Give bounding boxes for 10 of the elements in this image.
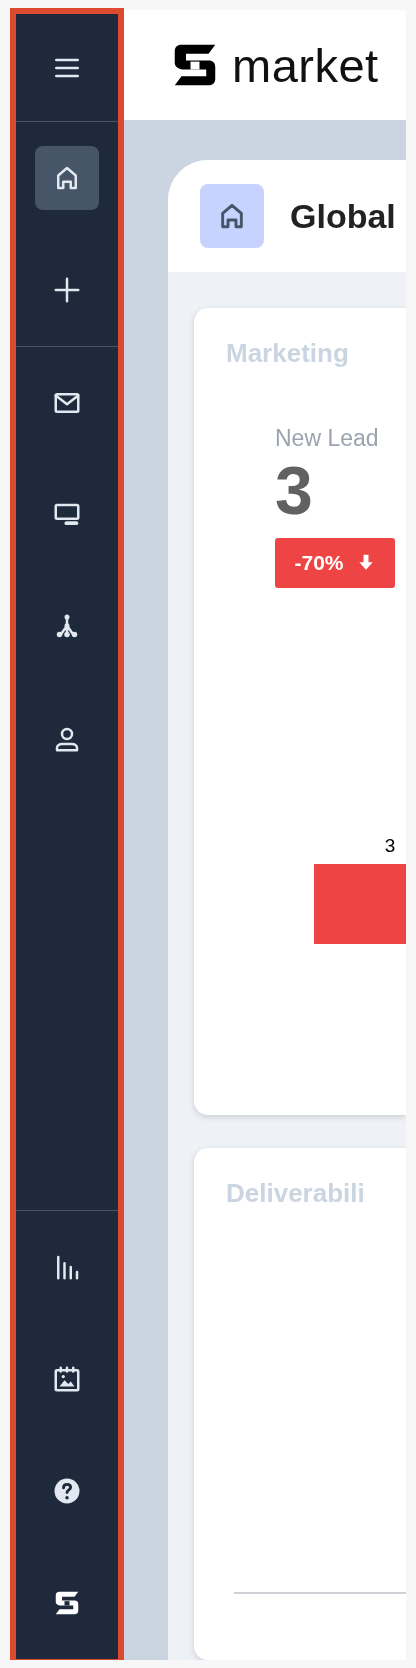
plus-icon: [52, 275, 82, 305]
metric-value: 3: [275, 458, 313, 522]
home-nav-button[interactable]: [35, 146, 99, 210]
panel-title: Global: [290, 196, 396, 236]
metric-label: New Lead: [275, 425, 379, 452]
change-badge: -70%: [275, 538, 395, 588]
bar-value-label: 3: [384, 835, 396, 856]
calendar-picture-icon: [52, 1364, 82, 1394]
help-icon: [52, 1476, 82, 1506]
brand-name: market: [232, 41, 379, 89]
